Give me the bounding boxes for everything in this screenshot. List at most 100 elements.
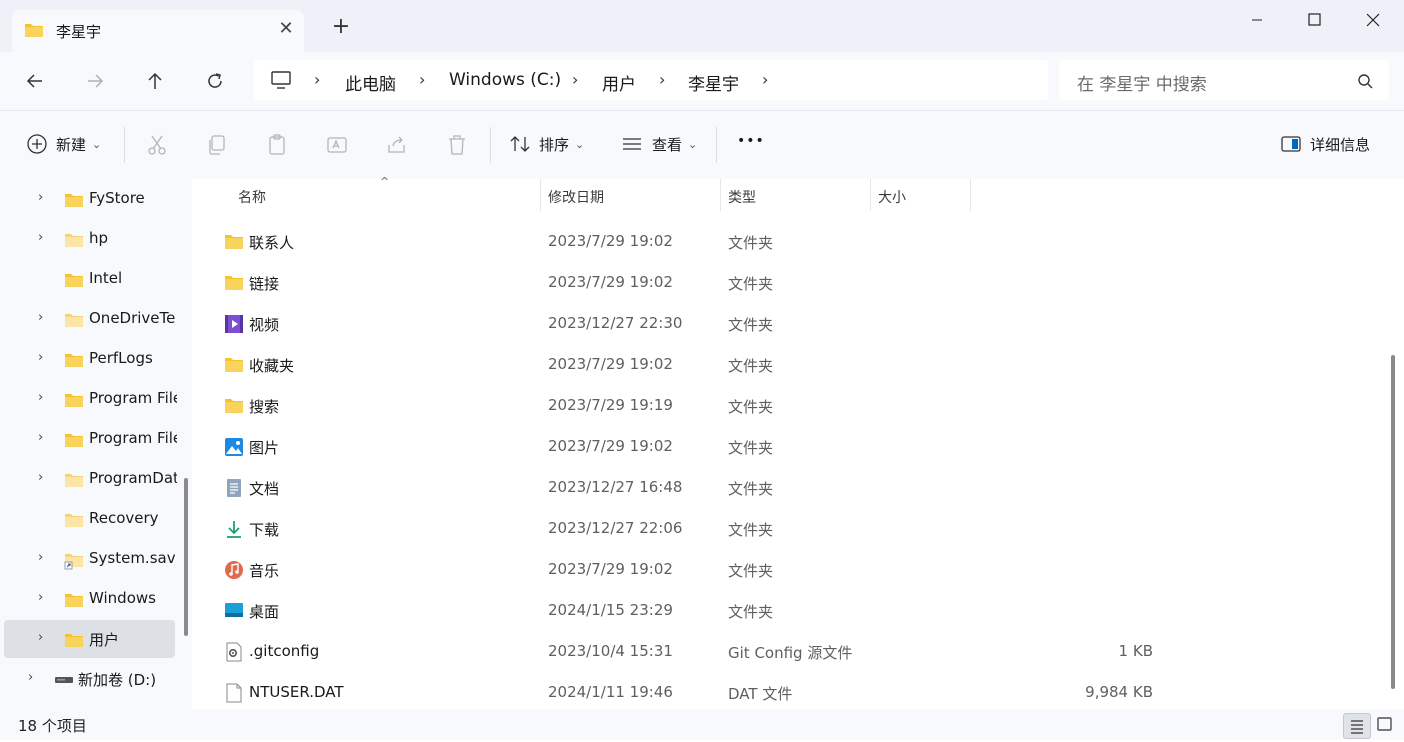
tab-close-button[interactable]: ✕ [276, 18, 296, 40]
chevron-right-icon[interactable]: › [38, 230, 43, 245]
large-icons-view-button[interactable] [1372, 713, 1398, 737]
column-divider[interactable] [720, 179, 721, 211]
breadcrumb-this-pc[interactable]: 此电脑 [345, 70, 396, 95]
file-row[interactable]: .gitconfig 2023/10/4 15:31 Git Config 源文… [220, 632, 1153, 672]
folder-icon [65, 514, 83, 527]
details-pane-button[interactable]: 详细信息 [1280, 133, 1370, 155]
tab-active[interactable]: 李星宇 ✕ [12, 10, 304, 52]
tree-item-programdata[interactable]: › ProgramDat [4, 460, 177, 498]
chevron-right-icon[interactable]: › [38, 630, 43, 645]
shortcut-folder-icon [64, 554, 83, 570]
chevron-right-icon[interactable]: › [38, 470, 43, 485]
chevron-right-icon[interactable]: › [38, 350, 43, 365]
file-row[interactable]: 桌面 2024/1/15 23:29 文件夹 [220, 591, 1140, 631]
sort-button[interactable]: 排序 ⌄ [509, 133, 584, 155]
file-row[interactable]: 搜索 2023/7/29 19:19 文件夹 [220, 386, 1140, 426]
tree-item-label: Program File [89, 429, 177, 447]
tree-item-windows[interactable]: › Windows [4, 580, 175, 618]
rename-icon[interactable] [325, 133, 349, 157]
tree-item-onedrivetemp[interactable]: › OneDriveTe [4, 300, 175, 338]
file-type: 文件夹 [728, 521, 774, 539]
column-header-date[interactable]: 修改日期 [548, 187, 604, 207]
breadcrumb-current-folder[interactable]: 李星宇 [688, 70, 739, 95]
file-name: 文档 [249, 480, 280, 498]
delete-icon[interactable] [445, 133, 469, 157]
column-divider[interactable] [970, 179, 971, 211]
breadcrumb-separator[interactable]: › [659, 70, 665, 89]
up-button[interactable] [138, 64, 172, 98]
file-type: 文件夹 [728, 398, 774, 416]
tree-item-intel[interactable]: Intel [4, 260, 175, 298]
tree-item-program-files-x86[interactable]: › Program File [4, 420, 177, 458]
view-button[interactable]: 查看 ⌄ [621, 133, 697, 155]
tree-item-system-sav[interactable]: › System.sav [4, 540, 176, 578]
column-divider[interactable] [540, 179, 541, 211]
breadcrumb-users[interactable]: 用户 [602, 70, 636, 95]
chevron-right-icon[interactable]: › [38, 390, 43, 405]
file-row[interactable]: 收藏夹 2023/7/29 19:02 文件夹 [220, 345, 1140, 385]
column-header-type[interactable]: 类型 [728, 187, 756, 207]
share-icon[interactable] [385, 133, 409, 157]
tree-item-users[interactable]: › 用户 [4, 620, 175, 658]
column-header-size[interactable]: 大小 [878, 187, 906, 207]
file-date: 2023/12/27 22:30 [548, 314, 683, 332]
more-options-button[interactable]: ••• [737, 133, 765, 149]
file-row[interactable]: 图片 2023/7/29 19:02 文件夹 [220, 427, 1140, 467]
breadcrumb-drive-c[interactable]: Windows (C:) [449, 70, 561, 90]
new-button-label: 新建 [56, 135, 87, 154]
details-pane-icon [1281, 136, 1301, 152]
chevron-right-icon[interactable]: › [38, 430, 43, 445]
tree-item-hp[interactable]: › hp [4, 220, 175, 258]
close-window-button[interactable] [1350, 6, 1396, 34]
search-input[interactable]: 在 李星宇 中搜索 [1059, 60, 1389, 100]
chevron-right-icon[interactable]: › [28, 670, 33, 685]
file-type: 文件夹 [728, 275, 774, 293]
cut-icon[interactable] [145, 133, 169, 157]
sort-ascending-icon: ^ [380, 175, 390, 188]
status-bar: 18 个项目 [0, 709, 1404, 740]
file-size: 1 KB [1118, 642, 1153, 660]
file-row[interactable]: 下载 2023/12/27 22:06 文件夹 [220, 509, 1140, 549]
minimize-icon [1252, 19, 1262, 21]
forward-button[interactable] [78, 64, 112, 98]
command-bar: 新建 ⌄ 排序 ⌄ 查看 ⌄ ••• 详细信息 [0, 110, 1404, 180]
tree-item-fystore[interactable]: › FyStore [4, 180, 175, 218]
file-row[interactable]: 音乐 2023/7/29 19:02 文件夹 [220, 550, 1140, 590]
details-view-button[interactable] [1343, 713, 1371, 739]
breadcrumb-separator[interactable]: › [314, 70, 320, 89]
chevron-right-icon[interactable]: › [38, 590, 43, 605]
chevron-right-icon[interactable]: › [38, 190, 43, 205]
tree-item-perflogs[interactable]: › PerfLogs [4, 340, 175, 378]
chevron-right-icon[interactable]: › [38, 550, 43, 565]
copy-icon[interactable] [205, 133, 229, 157]
tree-item-program-files[interactable]: › Program File [4, 380, 177, 418]
navigation-pane-scrollbar[interactable] [184, 478, 188, 636]
new-button[interactable]: 新建 ⌄ [26, 133, 101, 155]
breadcrumb-separator[interactable]: › [572, 70, 578, 89]
file-row[interactable]: 链接 2023/7/29 19:02 文件夹 [220, 263, 1140, 303]
file-date: 2023/10/4 15:31 [548, 642, 673, 660]
file-list-scrollbar[interactable] [1391, 355, 1395, 689]
tree-item-recovery[interactable]: Recovery [4, 500, 175, 538]
file-type: 文件夹 [728, 316, 774, 334]
chevron-down-icon: ⌄ [92, 137, 102, 151]
breadcrumb-separator[interactable]: › [419, 70, 425, 89]
details-view-icon [1351, 720, 1363, 734]
minimize-button[interactable] [1234, 6, 1280, 34]
breadcrumb-separator[interactable]: › [762, 70, 768, 89]
column-divider[interactable] [870, 179, 871, 211]
file-row[interactable]: 联系人 2023/7/29 19:02 文件夹 [220, 222, 1140, 262]
file-row[interactable]: 视频 2023/12/27 22:30 文件夹 [220, 304, 1140, 344]
refresh-button[interactable] [198, 64, 232, 98]
folder-icon [65, 594, 83, 607]
file-row[interactable]: NTUSER.DAT 2024/1/11 19:46 DAT 文件 9,984 … [220, 673, 1153, 713]
paste-icon[interactable] [265, 133, 289, 157]
column-header-name[interactable]: 名称 [238, 187, 266, 207]
chevron-right-icon[interactable]: › [38, 310, 43, 325]
file-row[interactable]: 文档 2023/12/27 16:48 文件夹 [220, 468, 1140, 508]
address-bar[interactable]: › 此电脑 › Windows (C:) › 用户 › 李星宇 › [254, 60, 1048, 100]
tree-item-drive-d[interactable]: › 新加卷 (D:) [4, 660, 175, 698]
maximize-button[interactable] [1291, 6, 1337, 34]
new-tab-button[interactable]: + [330, 16, 352, 39]
back-button[interactable] [18, 64, 52, 98]
